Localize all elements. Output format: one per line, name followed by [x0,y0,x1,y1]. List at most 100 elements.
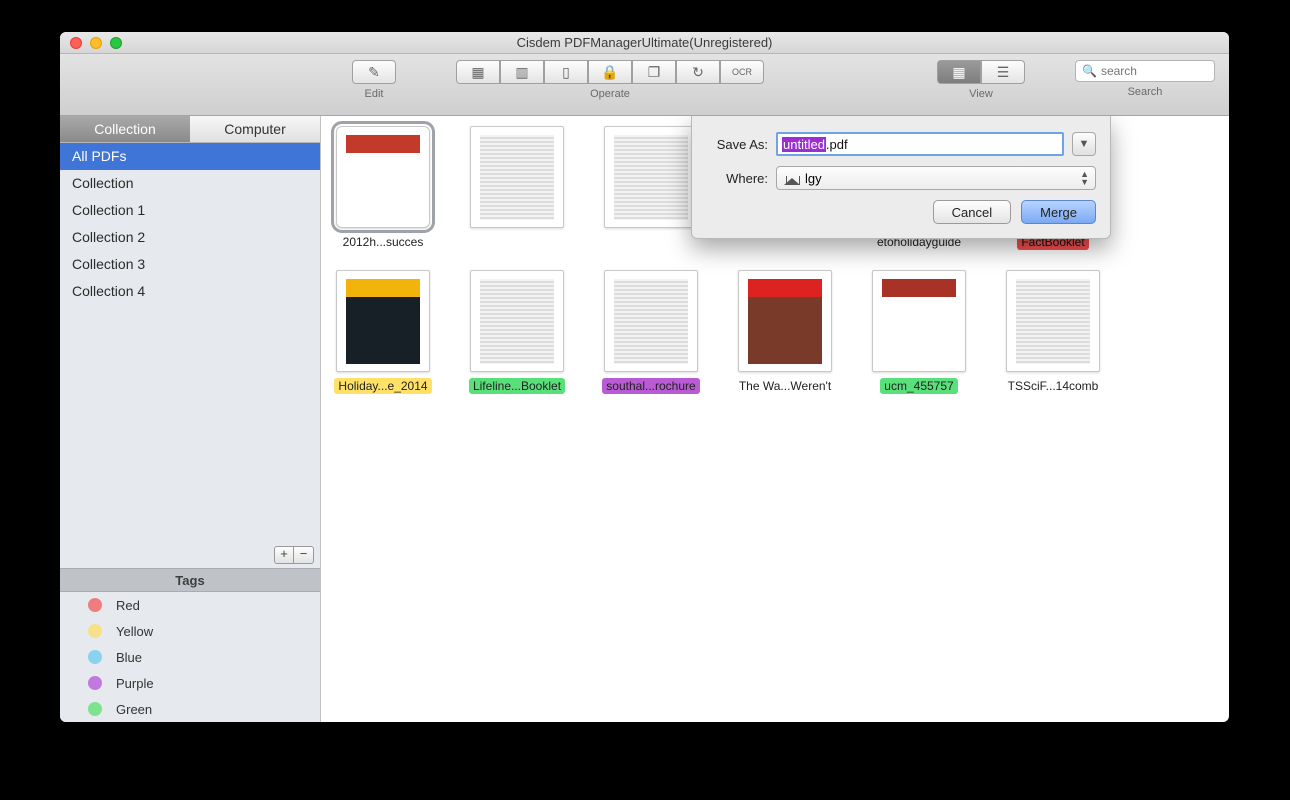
dot-icon [88,650,102,664]
file-thumbnail[interactable] [604,270,698,372]
save-as-input[interactable]: untitled.pdf [776,132,1064,156]
sidebar: Collection Computer All PDFs Collection … [60,116,321,722]
operate-btn-3[interactable]: ▯ [544,60,588,84]
file-label [647,234,655,236]
file-card[interactable]: TSSciF...14comb [1003,270,1103,394]
file-card[interactable] [601,126,701,250]
filename-selected: untitled [782,137,826,152]
sidebar-add-remove: + − [60,542,320,568]
remove-collection-button[interactable]: − [294,546,314,564]
ocr-icon: OCR [732,67,752,77]
file-thumbnail[interactable] [1006,270,1100,372]
file-label: southal...rochure [602,378,699,394]
file-thumbnail[interactable] [470,270,564,372]
file-thumbnail[interactable] [336,270,430,372]
file-thumbnail[interactable] [872,270,966,372]
tag-label: Green [116,702,152,717]
filename-rest: .pdf [826,137,848,152]
file-thumbnail[interactable] [470,126,564,228]
tag-label: Red [116,598,140,613]
grid-view-icon: ▦ [952,64,965,81]
search-icon: 🔍 [1082,64,1097,78]
tag-purple[interactable]: Purple [60,670,320,696]
copy-icon: ❐ [648,64,661,81]
tag-label: Purple [116,676,154,691]
save-dialog: Save As: untitled.pdf ▼ Where: lgy ▲▼ Ca… [691,116,1111,239]
file-label: 2012h...succes [339,234,428,250]
tag-blue[interactable]: Blue [60,644,320,670]
where-value: lgy [805,171,822,186]
file-label [513,234,521,236]
where-label: Where: [706,171,768,186]
edit-button[interactable]: ✎ [352,60,396,84]
file-card[interactable]: 2012h...succes [333,126,433,250]
add-collection-button[interactable]: + [274,546,294,564]
operate-btn-1[interactable]: ▦ [456,60,500,84]
view-list-button[interactable]: ☰ [981,60,1025,84]
expand-dialog-button[interactable]: ▼ [1072,132,1096,156]
file-label: Lifeline...Booklet [469,378,565,394]
sidebar-tab-computer[interactable]: Computer [190,116,320,143]
file-card[interactable]: southal...rochure [601,270,701,394]
chevron-down-icon: ▼ [1079,138,1090,150]
search-input[interactable] [1101,64,1208,78]
sidebar-item-collection-4[interactable]: Collection 4 [60,278,320,305]
file-card[interactable]: Lifeline...Booklet [467,270,567,394]
dot-icon [88,598,102,612]
tags-header: Tags [60,568,320,592]
titlebar: Cisdem PDFManagerUltimate(Unregistered) [60,32,1229,54]
file-thumbnail[interactable] [336,126,430,228]
save-as-label: Save As: [706,137,768,152]
refresh-icon: ↻ [692,64,704,81]
merge-button[interactable]: Merge [1021,200,1096,224]
tag-label: Blue [116,650,142,665]
search-box[interactable]: 🔍 [1075,60,1215,82]
view-grid-button[interactable]: ▦ [937,60,981,84]
tag-yellow[interactable]: Yellow [60,618,320,644]
sidebar-list: All PDFs Collection Collection 1 Collect… [60,143,320,305]
operate-btn-2[interactable]: ▥ [500,60,544,84]
file-label: ucm_455757 [880,378,957,394]
content-area: 2012h...succesetoholidayguideFactBooklet… [321,116,1229,722]
sidebar-tab-collection[interactable]: Collection [60,116,190,143]
toolbar-label-operate: Operate [590,88,630,100]
operate-btn-5[interactable]: ❐ [632,60,676,84]
sidebar-item-all-pdfs[interactable]: All PDFs [60,143,320,170]
file-thumbnail[interactable] [604,126,698,228]
file-card[interactable]: The Wa...Weren't [735,270,835,394]
operate-btn-4[interactable]: 🔒 [588,60,632,84]
sidebar-item-collection-2[interactable]: Collection 2 [60,224,320,251]
toolbar-label-view: View [969,88,993,100]
toolbar-group-view: ▦ ☰ View [937,60,1025,100]
file-card[interactable]: Holiday...e_2014 [333,270,433,394]
tag-red[interactable]: Red [60,592,320,618]
toolbar-label-search: Search [1128,86,1163,98]
file-thumbnail[interactable] [738,270,832,372]
sidebar-item-collection-3[interactable]: Collection 3 [60,251,320,278]
file-card[interactable] [467,126,567,250]
where-select[interactable]: lgy ▲▼ [776,166,1096,190]
grid-icon: ▦ [471,64,484,81]
toolbar-label-edit: Edit [365,88,384,100]
window-title: Cisdem PDFManagerUltimate(Unregistered) [60,35,1229,50]
dot-icon [88,702,102,716]
app-window: Cisdem PDFManagerUltimate(Unregistered) … [60,32,1229,722]
toolbar-group-operate: ▦ ▥ ▯ 🔒 ❐ ↻ OCR Operate [456,60,764,100]
toolbar-group-edit: ✎ Edit [352,60,396,100]
lock-icon: 🔒 [601,64,618,81]
operate-btn-7[interactable]: OCR [720,60,764,84]
file-card[interactable]: ucm_455757 [869,270,969,394]
list-view-icon: ☰ [997,64,1010,81]
toolbar-group-search: 🔍 Search [1075,60,1215,98]
sidebar-item-collection-1[interactable]: Collection 1 [60,197,320,224]
pencil-icon: ✎ [368,64,380,81]
home-icon [785,172,799,184]
cancel-button[interactable]: Cancel [933,200,1011,224]
dot-icon [88,676,102,690]
operate-btn-6[interactable]: ↻ [676,60,720,84]
toolbar: ✎ Edit ▦ ▥ ▯ 🔒 ❐ ↻ OCR Operate ▦ ☰ [60,54,1229,116]
file-label: TSSciF...14comb [1004,378,1103,394]
sidebar-item-collection[interactable]: Collection [60,170,320,197]
split-icon: ▥ [515,64,528,81]
tag-green[interactable]: Green [60,696,320,722]
